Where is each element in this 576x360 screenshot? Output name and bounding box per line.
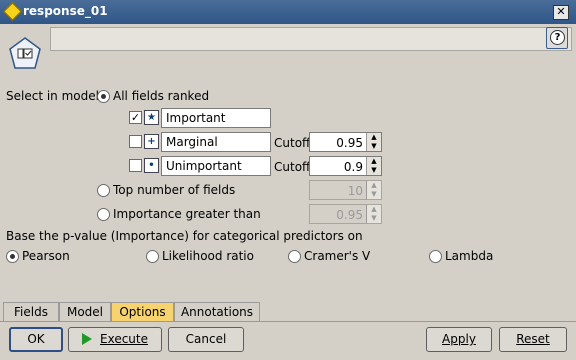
unimportant-cutoff-spinner[interactable]: 0.9 ▲ ▼ — [309, 156, 382, 176]
tab-divider — [0, 321, 576, 322]
spin-down-icon[interactable]: ▼ — [367, 142, 381, 151]
cramers-v-radio[interactable] — [288, 250, 301, 263]
spin-down-icon[interactable]: ▼ — [367, 214, 381, 223]
marginal-cutoff-value: 0.95 — [336, 136, 363, 150]
pvalue-label: Base the p-value (Importance) for catego… — [6, 229, 363, 243]
importance-greater-value: 0.95 — [336, 208, 363, 222]
pearson-label: Pearson — [22, 249, 70, 263]
feature-selection-node-icon — [8, 37, 42, 71]
play-icon — [82, 333, 92, 345]
important-checkbox[interactable]: ✓ — [129, 111, 142, 124]
importance-greater-label: Importance greater than — [113, 207, 261, 221]
window-title: response_01 — [23, 4, 108, 18]
apply-label: Apply — [442, 332, 476, 346]
help-button[interactable]: ? — [546, 27, 568, 49]
all-fields-ranked-radio[interactable] — [97, 90, 110, 103]
pearson-radio[interactable] — [6, 250, 19, 263]
unimportant-cutoff-label: Cutoff — [274, 160, 311, 174]
spin-down-icon[interactable]: ▼ — [367, 166, 381, 175]
likelihood-ratio-label: Likelihood ratio — [162, 249, 254, 263]
app-diamond-icon — [3, 2, 22, 21]
lambda-label: Lambda — [445, 249, 494, 263]
likelihood-ratio-radio[interactable] — [146, 250, 159, 263]
help-icon: ? — [550, 30, 565, 45]
close-button[interactable]: ✕ — [553, 5, 569, 20]
tab-model[interactable]: Model — [59, 302, 111, 322]
tab-options[interactable]: Options — [111, 302, 174, 322]
marginal-cutoff-label: Cutoff — [274, 136, 311, 150]
select-in-model-label: Select in model: — [6, 89, 103, 103]
reset-label: Reset — [516, 332, 550, 346]
importance-greater-spinner[interactable]: 0.95 ▲ ▼ — [309, 204, 382, 224]
execute-button[interactable]: Execute — [68, 327, 162, 352]
unimportant-cutoff-value: 0.9 — [343, 160, 363, 174]
star-icon: ★ — [144, 110, 159, 125]
marginal-cutoff-spinner[interactable]: 0.95 ▲ ▼ — [309, 132, 382, 152]
title-bar: response_01 ✕ — [0, 0, 576, 24]
top-number-value: 10 — [347, 184, 363, 198]
marginal-label-field[interactable]: Marginal — [161, 132, 271, 152]
reset-button[interactable]: Reset — [499, 327, 567, 352]
tab-fields[interactable]: Fields — [3, 302, 59, 322]
dot-icon: • — [144, 158, 159, 173]
apply-button[interactable]: Apply — [426, 327, 492, 352]
top-number-radio[interactable] — [97, 184, 110, 197]
header-strip — [50, 27, 572, 51]
spin-down-icon[interactable]: ▼ — [367, 190, 381, 199]
marginal-checkbox[interactable] — [129, 135, 142, 148]
ok-button[interactable]: OK — [9, 327, 63, 352]
top-number-spinner[interactable]: 10 ▲ ▼ — [309, 180, 382, 200]
all-fields-ranked-label: All fields ranked — [113, 89, 210, 103]
cancel-button[interactable]: Cancel — [168, 327, 244, 352]
execute-label: Execute — [100, 332, 148, 346]
plus-icon: + — [144, 134, 159, 149]
lambda-radio[interactable] — [429, 250, 442, 263]
importance-greater-radio[interactable] — [97, 208, 110, 221]
unimportant-checkbox[interactable] — [129, 159, 142, 172]
unimportant-label-field[interactable]: Unimportant — [161, 156, 271, 176]
cramers-v-label: Cramer's V — [304, 249, 371, 263]
important-label-field[interactable]: Important — [161, 108, 271, 128]
top-number-label: Top number of fields — [113, 183, 236, 197]
tab-annotations[interactable]: Annotations — [174, 302, 260, 322]
